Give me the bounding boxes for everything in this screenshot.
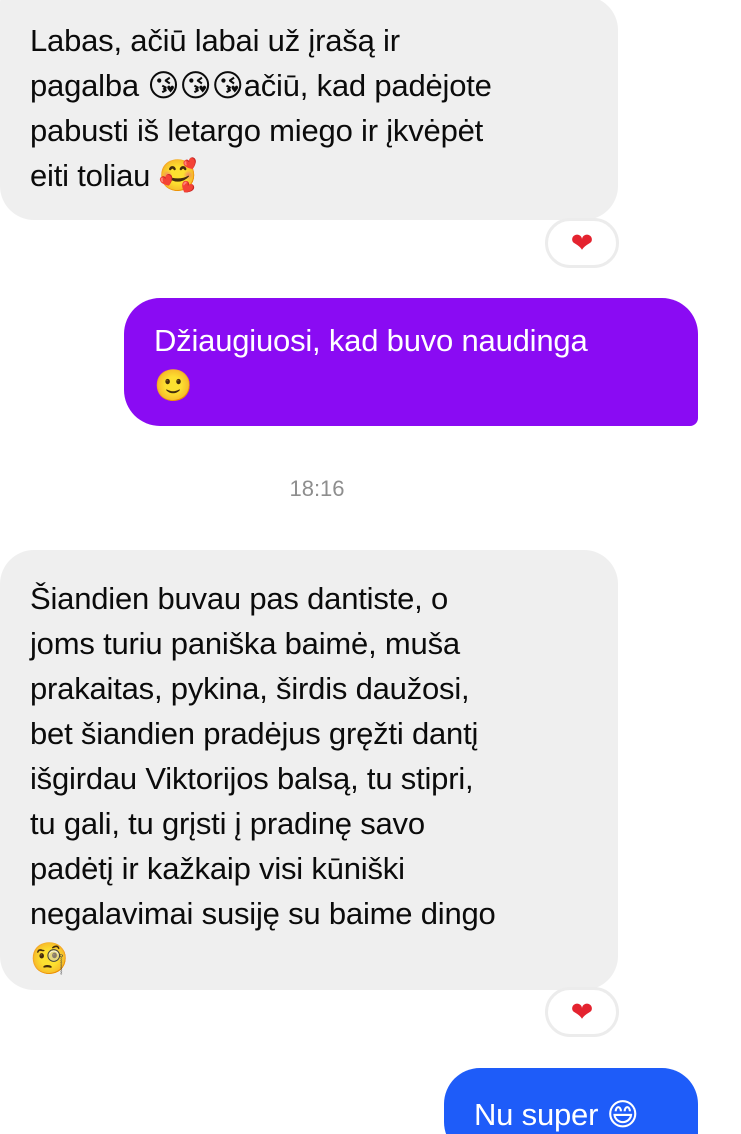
chat-thread: Labas, ačiū labai už įrašą ir pagalba 😘😘…	[0, 0, 741, 1134]
heart-icon: ❤	[570, 996, 594, 1028]
heart-reaction[interactable]: ❤	[545, 987, 619, 1037]
message-bubble-incoming[interactable]: Šiandien buvau pas dantiste, o joms turi…	[0, 550, 618, 990]
message-bubble-outgoing[interactable]: Nu super 😄	[444, 1068, 698, 1134]
heart-reaction[interactable]: ❤	[545, 218, 619, 268]
message-timestamp: 18:16	[289, 476, 345, 501]
message-bubble-incoming[interactable]: Labas, ačiū labai už įrašą ir pagalba 😘😘…	[0, 0, 618, 220]
message-bubble-outgoing[interactable]: Džiaugiuosi, kad buvo naudinga 🙂	[124, 298, 698, 426]
heart-icon: ❤	[570, 227, 594, 259]
